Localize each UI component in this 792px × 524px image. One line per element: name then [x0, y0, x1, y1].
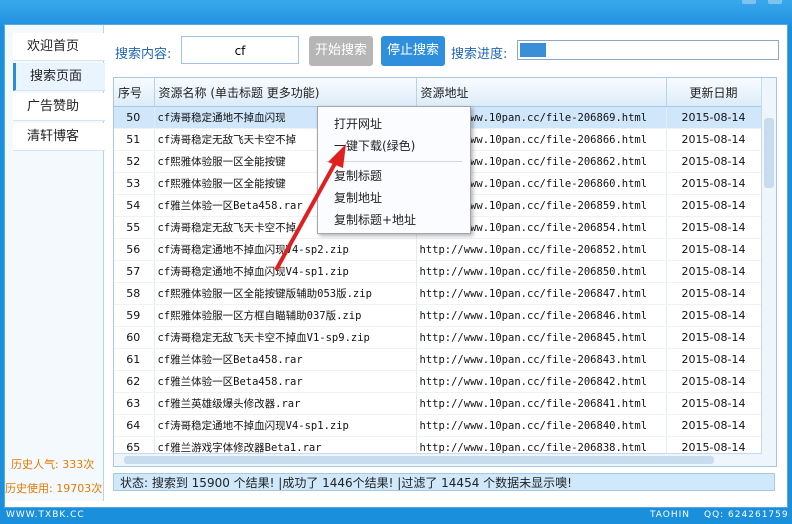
- search-progress-bar: [517, 40, 779, 60]
- row-date: 2015-08-14: [666, 414, 763, 437]
- col-header-url[interactable]: 资源地址: [416, 78, 667, 107]
- row-index: 59: [114, 304, 155, 327]
- progress-label: 搜索进度:: [451, 47, 508, 62]
- row-index: 64: [114, 414, 155, 437]
- row-url: http://www.10pan.cc/file-206842.html: [416, 370, 667, 393]
- row-title[interactable]: cf涛哥稳定通地不掉血闪现V4-sp1.zip: [154, 414, 417, 437]
- sidebar-item-blog[interactable]: 清轩博客: [13, 123, 105, 151]
- main-window: 欢迎首页 搜索页面 广告赞助 清轩博客 历史人气: 333次 历史使用: 197…: [4, 24, 788, 508]
- row-date: 2015-08-14: [666, 282, 763, 305]
- row-index: 57: [114, 260, 155, 283]
- table-row[interactable]: 60 cf涛哥稳定无敌飞天卡空不掉血V1-sp9.zip http://www.10…: [114, 326, 763, 349]
- table-row[interactable]: 63 cf雅兰英雄级爆头修改器.rar http://www.10pan.cc/fi…: [114, 392, 763, 415]
- minimize-button[interactable]: [742, 0, 756, 4]
- row-index: 52: [114, 150, 155, 173]
- vertical-scroll-thumb[interactable]: [764, 118, 774, 188]
- close-button[interactable]: [768, 0, 782, 4]
- row-title[interactable]: cf涛哥稳定无敌飞天卡空不掉血V1-sp9.zip: [154, 326, 417, 349]
- row-url: http://www.10pan.cc/file-206846.html: [416, 304, 667, 327]
- row-url: http://www.10pan.cc/file-206847.html: [416, 282, 667, 305]
- table-header-row: 序号 资源名称 (单击标题 更多功能) 资源地址 更新日期: [114, 78, 763, 107]
- row-title[interactable]: cf熙雅体验服一区方框自瞄辅助037版.zip: [154, 304, 417, 327]
- row-date: 2015-08-14: [666, 106, 763, 129]
- sidebar-item-sponsor[interactable]: 广告赞助: [13, 93, 105, 121]
- menu-copy-url[interactable]: 复制地址: [334, 189, 382, 206]
- row-index: 53: [114, 172, 155, 195]
- row-index: 56: [114, 238, 155, 261]
- row-title[interactable]: cf涛哥稳定通地不掉血闪现V4-sp1.zip: [154, 260, 417, 283]
- horizontal-scrollbar[interactable]: [114, 453, 762, 466]
- row-index: 51: [114, 128, 155, 151]
- row-title[interactable]: cf涛哥稳定通地不掉血闪现V4-sp2.zip: [154, 238, 417, 261]
- row-title[interactable]: cf雅兰体验一区Beta458.rar: [154, 348, 417, 371]
- row-date: 2015-08-14: [666, 150, 763, 173]
- table-row[interactable]: 56 cf涛哥稳定通地不掉血闪现V4-sp2.zip http://www.10pa…: [114, 238, 763, 261]
- row-date: 2015-08-14: [666, 392, 763, 415]
- row-index: 62: [114, 370, 155, 393]
- col-header-name[interactable]: 资源名称 (单击标题 更多功能): [154, 78, 417, 107]
- row-url: http://www.10pan.cc/file-206852.html: [416, 238, 667, 261]
- col-header-index[interactable]: 序号: [114, 78, 155, 107]
- sidebar: 欢迎首页 搜索页面 广告赞助 清轩博客 历史人气: 333次 历史使用: 197…: [5, 25, 105, 501]
- row-url: http://www.10pan.cc/file-206850.html: [416, 260, 667, 283]
- row-url: http://www.10pan.cc/file-206841.html: [416, 392, 667, 415]
- start-search-button[interactable]: 开始搜索: [309, 36, 373, 66]
- menu-one-click-download[interactable]: 一键下载(绿色): [334, 137, 415, 154]
- search-input[interactable]: cf: [181, 36, 299, 64]
- footer-site: WWW.TXBK.CC: [6, 510, 85, 520]
- table-row[interactable]: 57 cf涛哥稳定通地不掉血闪现V4-sp1.zip http://www.10pa…: [114, 260, 763, 283]
- stop-search-button[interactable]: 停止搜索: [381, 36, 445, 66]
- row-date: 2015-08-14: [666, 260, 763, 283]
- row-date: 2015-08-14: [666, 216, 763, 239]
- row-index: 63: [114, 392, 155, 415]
- horizontal-scroll-thumb[interactable]: [124, 456, 714, 464]
- status-bar: 状态: 搜索到 15900 个结果! |成功了 1446个结果! |过滤了 14…: [113, 473, 775, 491]
- table-row[interactable]: 64 cf涛哥稳定通地不掉血闪现V4-sp1.zip http://www.10pa…: [114, 414, 763, 437]
- footer-qq: QQ: 624261759: [704, 510, 789, 520]
- row-title[interactable]: cf雅兰英雄级爆头修改器.rar: [154, 392, 417, 415]
- row-url: http://www.10pan.cc/file-206843.html: [416, 348, 667, 371]
- footer-bar: WWW.TXBK.CC TAOHIN QQ: 624261759: [0, 508, 792, 524]
- row-date: 2015-08-14: [666, 370, 763, 393]
- col-header-date[interactable]: 更新日期: [666, 78, 763, 107]
- row-title[interactable]: cf雅兰体验一区Beta458.rar: [154, 370, 417, 393]
- table-row[interactable]: 58 cf熙雅体验服一区全能按键版辅助053版.zip http://www.10p…: [114, 282, 763, 305]
- row-url: http://www.10pan.cc/file-206840.html: [416, 414, 667, 437]
- visits-stat: 历史人气: 333次: [11, 458, 95, 471]
- context-menu: 打开网址 一键下载(绿色) 复制标题 复制地址 复制标题+地址: [317, 106, 471, 234]
- row-index: 61: [114, 348, 155, 371]
- table-row[interactable]: 61 cf雅兰体验一区Beta458.rar http://www.10pan.cc…: [114, 348, 763, 371]
- menu-copy-title-url[interactable]: 复制标题+地址: [334, 211, 416, 228]
- row-date: 2015-08-14: [666, 326, 763, 349]
- search-bar: 搜索内容: cf 开始搜索 停止搜索 搜索进度:: [109, 33, 785, 73]
- row-index: 50: [114, 106, 155, 129]
- menu-copy-title[interactable]: 复制标题: [334, 167, 382, 184]
- row-title[interactable]: cf熙雅体验服一区全能按键版辅助053版.zip: [154, 282, 417, 305]
- menu-separator: [326, 161, 462, 162]
- progress-fill: [520, 43, 546, 57]
- search-label: 搜索内容:: [115, 47, 172, 62]
- usage-stat: 历史使用: 19703次: [5, 482, 103, 495]
- table-row[interactable]: 62 cf雅兰体验一区Beta458.rar http://www.10pan.cc…: [114, 370, 763, 393]
- row-date: 2015-08-14: [666, 128, 763, 151]
- sidebar-item-home[interactable]: 欢迎首页: [13, 33, 105, 61]
- footer-brand: TAOHIN: [650, 510, 691, 520]
- row-date: 2015-08-14: [666, 194, 763, 217]
- sidebar-item-search[interactable]: 搜索页面: [13, 63, 105, 91]
- row-index: 60: [114, 326, 155, 349]
- table-row[interactable]: 59 cf熙雅体验服一区方框自瞄辅助037版.zip http://www.10pa…: [114, 304, 763, 327]
- row-date: 2015-08-14: [666, 238, 763, 261]
- row-index: 55: [114, 216, 155, 239]
- row-index: 54: [114, 194, 155, 217]
- row-url: http://www.10pan.cc/file-206845.html: [416, 326, 667, 349]
- row-date: 2015-08-14: [666, 348, 763, 371]
- row-date: 2015-08-14: [666, 172, 763, 195]
- vertical-scrollbar[interactable]: [761, 78, 776, 466]
- row-index: 58: [114, 282, 155, 305]
- row-date: 2015-08-14: [666, 304, 763, 327]
- menu-open-url[interactable]: 打开网址: [334, 115, 382, 132]
